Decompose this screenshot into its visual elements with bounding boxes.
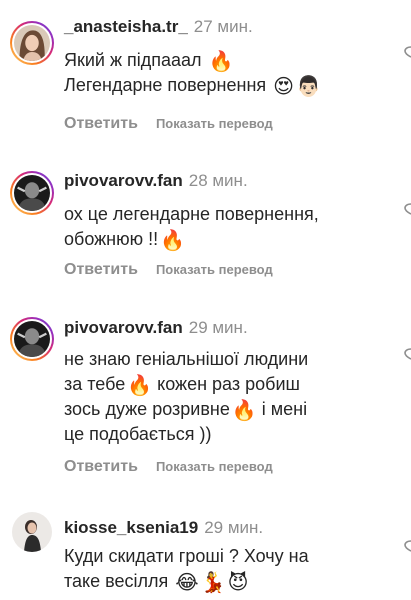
- like-heart-icon[interactable]: [401, 44, 411, 58]
- comment-username[interactable]: pivovarovv.fan: [64, 318, 183, 337]
- comment-text: Куди скидати гроші ? Хочу на таке весілл…: [64, 546, 309, 594]
- tears-of-joy-emoji: 😂: [175, 572, 199, 594]
- like-heart-icon[interactable]: [401, 346, 411, 360]
- reply-button[interactable]: Ответить: [64, 261, 138, 278]
- show-translation-button[interactable]: Показать перевод: [156, 459, 273, 474]
- fire-emoji: 🔥: [127, 375, 153, 397]
- heart-eyes-emoji: 😍: [273, 76, 295, 98]
- fire-emoji: 🔥: [208, 51, 234, 73]
- comment-text: Який ж підпааал 🔥 Легендарне повернення …: [64, 50, 321, 98]
- avatar[interactable]: [10, 171, 54, 215]
- comment-username[interactable]: _anasteisha.tr_: [64, 17, 188, 36]
- comment-text: ох це легендарне повернення, обожнюю !! 🔥: [64, 204, 319, 252]
- reply-button[interactable]: Ответить: [64, 458, 138, 475]
- comment-username[interactable]: kiosse_ksenia19: [64, 518, 198, 537]
- reply-button[interactable]: Ответить: [64, 115, 138, 132]
- fire-emoji: 🔥: [160, 230, 186, 252]
- comment-time: 27 мин.: [193, 17, 253, 36]
- like-heart-icon[interactable]: [401, 538, 411, 552]
- fire-emoji: 🔥: [231, 400, 257, 422]
- devil-emoji: 😈: [227, 572, 249, 594]
- avatar[interactable]: [10, 317, 54, 361]
- comment-text: не знаю геніальнішої людини за тебе 🔥 кож…: [64, 349, 309, 444]
- comment-time: 29 мин.: [188, 318, 248, 337]
- like-heart-icon[interactable]: [401, 201, 411, 215]
- comment-username[interactable]: pivovarovv.fan: [64, 171, 183, 190]
- comment-time: 28 мин.: [188, 171, 248, 190]
- show-translation-button[interactable]: Показать перевод: [156, 116, 273, 131]
- avatar-photo: [14, 321, 50, 357]
- avatar-photo: [14, 25, 50, 61]
- avatar-photo: [12, 512, 52, 552]
- show-translation-button[interactable]: Показать перевод: [156, 262, 273, 277]
- avatar[interactable]: [12, 512, 52, 552]
- man-emoji: 👨🏻: [296, 76, 321, 98]
- comment-time: 29 мин.: [204, 518, 264, 537]
- avatar-photo: [14, 175, 50, 211]
- dancer-emoji: 💃: [200, 572, 226, 594]
- avatar[interactable]: [10, 21, 54, 65]
